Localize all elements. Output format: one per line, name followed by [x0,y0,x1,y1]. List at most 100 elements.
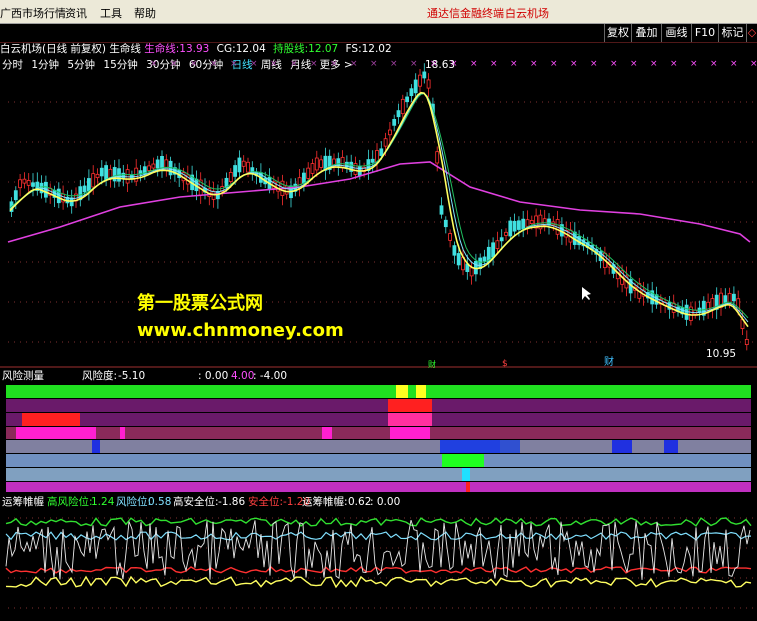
cross-marker: × [650,59,658,69]
draw-line-button[interactable]: 画线 [661,24,691,42]
candle-body [482,256,487,262]
candle-body [383,138,388,147]
candle-body [418,74,422,87]
finance-marker-1[interactable]: 财 [428,359,436,371]
price-grid [0,42,757,368]
candle-body [87,178,91,192]
candle-body [13,190,18,201]
candle-body [22,178,27,184]
menu-help[interactable]: 帮助 [134,5,156,21]
mark-button[interactable]: 标记 [718,24,746,42]
finance-marker-2[interactable]: 财 [604,357,614,369]
menu-tools[interactable]: 工具 [100,5,122,21]
candle-body [529,220,534,224]
f10-button[interactable]: F10 [691,24,718,42]
candle-body [684,304,689,320]
risk-band-row [6,399,751,412]
high-risk-label: 高风险位: [47,496,93,508]
candle-body [370,158,375,163]
low-price-label: 10.95 [706,348,737,360]
cross-marker: × [510,59,518,69]
cross-marker: × [630,59,638,69]
stock-name-title: 白云机场 [505,7,549,20]
candle-body [732,293,736,302]
cross-marker: × [570,59,578,69]
candle-body [504,231,508,236]
menu-market[interactable]: 广西市场行情 [0,5,66,21]
risk-bands-panel[interactable] [0,383,757,493]
cross-marker: × [150,59,158,69]
candle-body [237,157,242,173]
candle-body [99,167,104,177]
cross-marker: × [750,59,757,69]
candle-body [439,205,444,215]
candle-body [26,180,31,186]
risk-bands [6,385,751,492]
candle-body [233,165,238,177]
cross-marker: × [350,59,358,69]
operate-label: 运筹帷幄: [302,496,348,508]
cross-marker: × [210,59,218,69]
operate-value-2: : 0.00 [370,496,401,508]
candle-body [319,159,324,168]
cross-marker: × [290,59,298,69]
candle-body [147,165,152,171]
risk-level-label: 风险位: [116,496,152,508]
risk-band-block [388,399,432,412]
life-line [9,91,749,328]
watermark-title: 第一股票公式网 [137,293,263,314]
high-risk-line [5,517,752,527]
high-risk-value: 1.24 [91,496,115,508]
candle-body [456,253,461,266]
dividend-marker[interactable]: $ [502,358,508,370]
candle-body [547,218,551,226]
risk-value-1: : 0.00 [198,370,229,382]
risk-degree-label: 风险度: [82,370,118,382]
candle-body [422,71,427,79]
risk-band-row [6,440,751,453]
risk-band-row [6,427,751,439]
risk-band-block [442,454,484,467]
cross-marker: × [730,59,738,69]
oscillator-panel[interactable] [0,508,757,621]
candle-body [495,240,500,249]
candle-body [314,157,319,171]
restore-rights-button[interactable]: 复权 [604,24,631,42]
osc-panel-title: 运筹帷幄 [2,496,44,508]
candle-body [336,158,341,167]
cross-marker: × [410,59,418,69]
candle-body [310,163,315,174]
candle-body [121,172,126,179]
risk-line [5,531,752,541]
candle-body [396,110,401,118]
risk-band-block [388,413,432,426]
diamond-icon[interactable]: ◇ [746,24,757,42]
high-safe-label: 高安全位: [173,496,219,508]
cross-marker: × [170,59,178,69]
support-line [9,93,749,319]
candle-body [392,118,397,126]
risk-value-3: : -4.00 [253,370,288,382]
menu-bar: 广西市场行情 资讯 工具 帮助 通达信金融终端 白云机场 [0,0,757,24]
candle-body [95,173,100,179]
watermark-url: www.chnmoney.com [137,320,344,341]
candle-body [512,220,517,232]
cross-marker: × [330,59,338,69]
candlestick-chart[interactable]: × × × × × × × × × × × × × × × × × × × × × × × × × × × × × × × [0,42,757,368]
safe-level-label: 安全位: [248,496,284,508]
risk-value-2: 4.00 [231,370,255,382]
operate-line [5,519,751,580]
menu-news[interactable]: 资讯 [65,5,87,21]
cross-marker: × [390,59,398,69]
risk-band-block [390,427,430,439]
risk-band-block [92,440,100,453]
risk-level-value: 0.58 [148,496,172,508]
candle-body [443,219,448,228]
candle-body [306,167,311,179]
overlay-button[interactable]: 叠加 [631,24,661,42]
risk-band-row [6,413,751,426]
cross-marker: × [310,59,318,69]
risk-band-block [120,427,125,439]
risk-degree-value: -5.10 [118,370,146,382]
candle-body [91,173,96,188]
